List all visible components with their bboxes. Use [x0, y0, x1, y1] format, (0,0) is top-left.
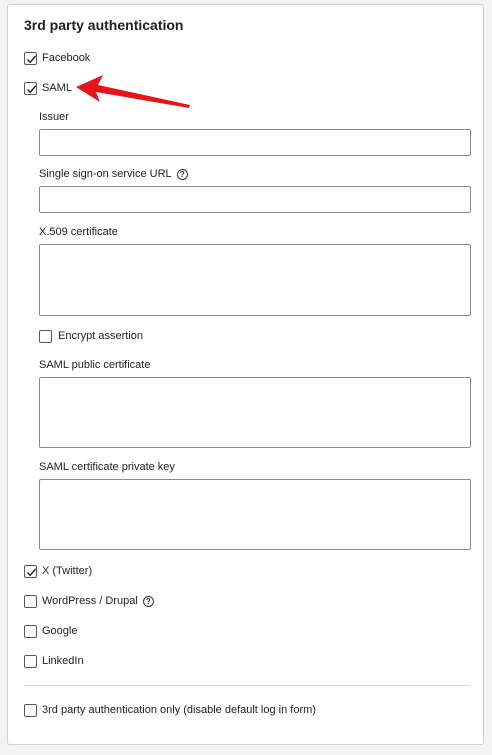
x509-textarea[interactable] [39, 244, 471, 316]
saml-checkbox[interactable] [24, 81, 37, 95]
section-title: 3rd party authentication [24, 17, 184, 33]
checkmark-icon [26, 84, 37, 93]
sso-url-label: Single sign-on service URL ? [39, 168, 188, 180]
third-party-only-checkbox[interactable] [24, 703, 37, 717]
third-party-only-label: 3rd party authentication only (disable d… [42, 704, 316, 716]
facebook-option[interactable]: Facebook [24, 51, 90, 65]
wordpress-option[interactable]: WordPress / Drupal ? [24, 594, 154, 608]
private-key-label: SAML certificate private key [39, 461, 175, 473]
x509-label: X.509 certificate [39, 226, 118, 238]
checkmark-icon [26, 54, 37, 63]
public-cert-textarea[interactable] [39, 377, 471, 448]
divider [24, 685, 470, 686]
encrypt-assertion-checkbox[interactable] [39, 329, 52, 343]
twitter-checkbox[interactable] [24, 564, 37, 578]
linkedin-label: LinkedIn [42, 655, 84, 667]
sso-url-label-text: Single sign-on service URL [39, 168, 172, 180]
wordpress-label: WordPress / Drupal [42, 595, 138, 607]
encrypt-assertion-option[interactable]: Encrypt assertion [39, 329, 143, 343]
public-cert-label: SAML public certificate [39, 359, 150, 371]
google-option[interactable]: Google [24, 624, 77, 638]
private-key-label-text: SAML certificate private key [39, 461, 175, 473]
twitter-label: X (Twitter) [42, 565, 93, 577]
help-icon[interactable]: ? [176, 168, 188, 180]
google-label: Google [42, 625, 78, 637]
x509-label-text: X.509 certificate [39, 226, 118, 238]
encrypt-assertion-label: Encrypt assertion [58, 330, 143, 342]
issuer-label: Issuer [39, 111, 69, 123]
private-key-textarea[interactable] [39, 479, 471, 550]
sso-url-input[interactable] [39, 186, 471, 213]
third-party-only-option[interactable]: 3rd party authentication only (disable d… [24, 703, 316, 717]
facebook-checkbox[interactable] [24, 51, 37, 65]
linkedin-checkbox[interactable] [24, 654, 37, 668]
issuer-input[interactable] [39, 129, 471, 156]
saml-option[interactable]: SAML [24, 81, 72, 95]
issuer-label-text: Issuer [39, 111, 69, 123]
wordpress-checkbox[interactable] [24, 594, 37, 608]
saml-label: SAML [42, 82, 72, 94]
facebook-label: Facebook [42, 52, 91, 64]
help-icon[interactable]: ? [142, 595, 154, 607]
public-cert-label-text: SAML public certificate [39, 359, 151, 371]
checkmark-icon [26, 567, 37, 576]
third-party-auth-panel: 3rd party authentication Facebook SAML I… [7, 4, 484, 745]
twitter-option[interactable]: X (Twitter) [24, 564, 92, 578]
linkedin-option[interactable]: LinkedIn [24, 654, 84, 668]
google-checkbox[interactable] [24, 624, 37, 638]
annotation-arrow-icon [76, 75, 190, 108]
